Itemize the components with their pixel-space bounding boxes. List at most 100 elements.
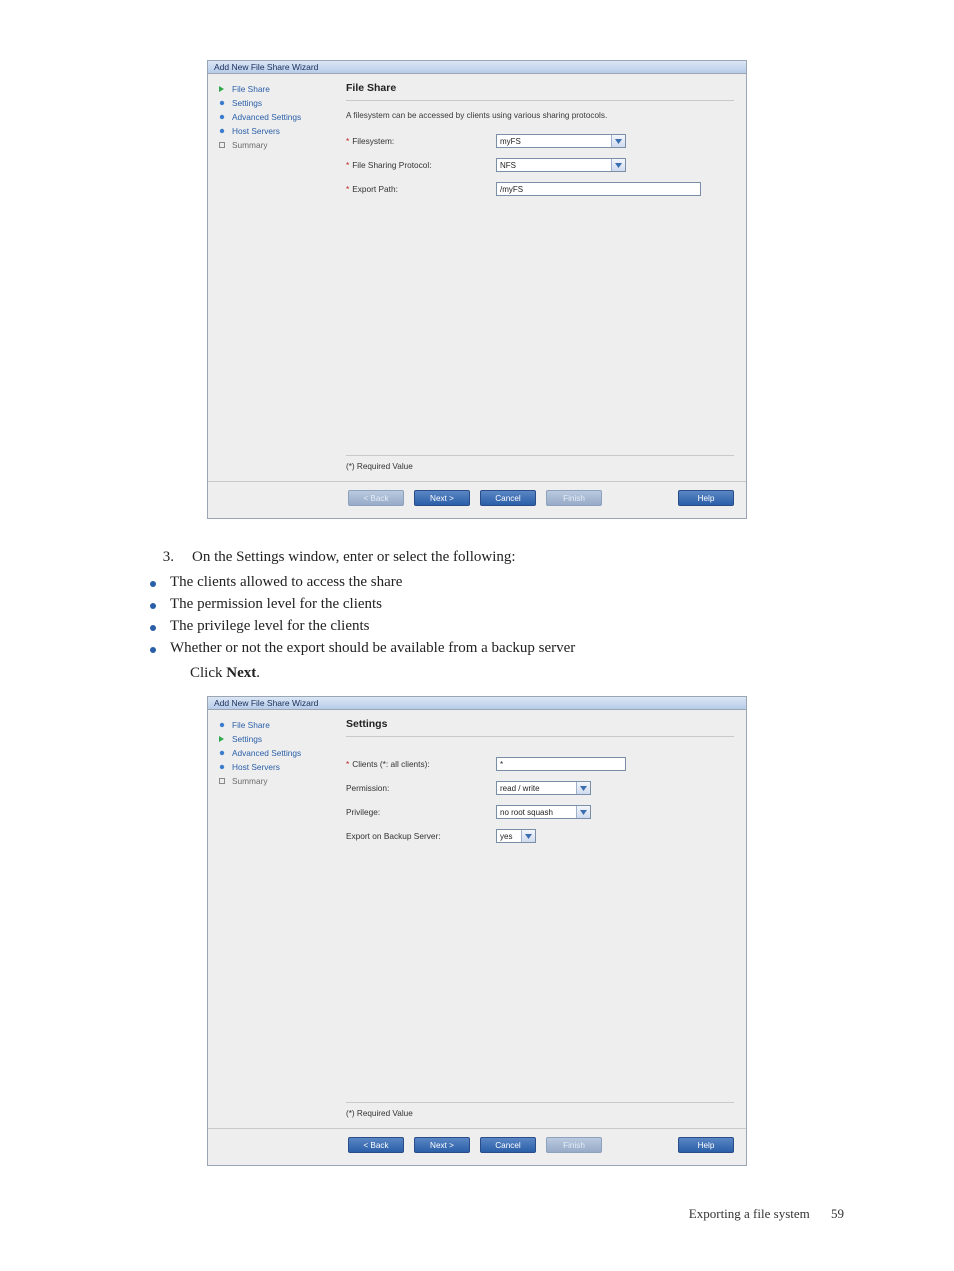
click-tail: . [256, 665, 260, 681]
sidebar-item-file-share[interactable]: File Share [218, 82, 332, 96]
dot-icon [218, 763, 226, 771]
select-value: myFS [500, 137, 521, 146]
field-label: Export Path: [352, 184, 398, 194]
sidebar-label: Summary [232, 776, 268, 786]
click-prefix: Click [190, 665, 226, 681]
field-label: Permission: [346, 783, 389, 793]
wizard-main-panel: Settings *Clients (*: all clients): * Pe… [336, 710, 746, 1128]
select-value: no root squash [500, 808, 553, 817]
field-label: Privilege: [346, 807, 380, 817]
sidebar-label: Settings [232, 98, 262, 108]
field-label: File Sharing Protocol: [352, 160, 431, 170]
required-note: (*) Required Value [346, 455, 734, 471]
filesystem-select[interactable]: myFS [496, 134, 626, 148]
sidebar-label: Host Servers [232, 762, 280, 772]
bullet-text: The permission level for the clients [170, 596, 382, 613]
finish-button: Finish [546, 490, 602, 506]
wizard-button-bar: < Back Next > Cancel Finish Help [208, 1128, 746, 1165]
chevron-down-icon [611, 135, 625, 147]
clients-input[interactable]: * [496, 757, 626, 771]
required-star-icon: * [346, 184, 349, 194]
list-item: The clients allowed to access the share [150, 574, 844, 591]
wizard-dialog-file-share: Add New File Share Wizard File Share Set… [207, 60, 747, 519]
section-heading: File Share [346, 82, 734, 101]
dot-icon [218, 127, 226, 135]
page-number: 59 [831, 1206, 844, 1221]
wizard-titlebar: Add New File Share Wizard [208, 61, 746, 74]
list-item: The privilege level for the clients [150, 618, 844, 635]
backup-select[interactable]: yes [496, 829, 536, 843]
cancel-button[interactable]: Cancel [480, 1137, 536, 1153]
bullet-text: Whether or not the export should be avai… [170, 640, 575, 657]
bullet-icon [150, 581, 156, 587]
privilege-select[interactable]: no root squash [496, 805, 591, 819]
click-bold: Next [226, 665, 256, 681]
step-text: On the Settings window, enter or select … [192, 549, 844, 566]
section-heading: Settings [346, 718, 734, 737]
wizard-main-panel: File Share A filesystem can be accessed … [336, 74, 746, 481]
sidebar-item-host-servers[interactable]: Host Servers [218, 124, 332, 138]
wizard-titlebar: Add New File Share Wizard [208, 697, 746, 710]
dot-icon [218, 113, 226, 121]
list-item: The permission level for the clients [150, 596, 844, 613]
sidebar-item-summary[interactable]: Summary [218, 138, 332, 152]
back-button: < Back [348, 490, 404, 506]
instruction-block: 3. On the Settings window, enter or sele… [110, 549, 844, 682]
list-item: Whether or not the export should be avai… [150, 640, 844, 657]
wizard-button-bar: < Back Next > Cancel Finish Help [208, 481, 746, 518]
chevron-down-icon [521, 830, 535, 842]
sidebar-item-summary[interactable]: Summary [218, 774, 332, 788]
sidebar-item-settings[interactable]: Settings [218, 732, 332, 746]
sidebar-label: File Share [232, 84, 270, 94]
export-path-input[interactable]: /myFS [496, 182, 701, 196]
finish-button: Finish [546, 1137, 602, 1153]
sidebar-item-host-servers[interactable]: Host Servers [218, 760, 332, 774]
arrow-right-icon [218, 735, 226, 743]
required-note: (*) Required Value [346, 1102, 734, 1118]
arrow-right-icon [218, 85, 226, 93]
sidebar-item-advanced-settings[interactable]: Advanced Settings [218, 746, 332, 760]
required-star-icon: * [346, 160, 349, 170]
section-subheading: A filesystem can be accessed by clients … [346, 111, 734, 120]
sidebar-label: Settings [232, 734, 262, 744]
bullet-icon [150, 603, 156, 609]
sidebar-label: Host Servers [232, 126, 280, 136]
help-button[interactable]: Help [678, 1137, 734, 1153]
sidebar-label: File Share [232, 720, 270, 730]
sidebar-item-settings[interactable]: Settings [218, 96, 332, 110]
chevron-down-icon [611, 159, 625, 171]
wizard-dialog-settings: Add New File Share Wizard File Share Set… [207, 696, 747, 1166]
field-label: Filesystem: [352, 136, 394, 146]
sidebar-label: Summary [232, 140, 268, 150]
field-label: Clients (*: all clients): [352, 759, 429, 769]
wizard-title: Add New File Share Wizard [214, 698, 318, 708]
chevron-down-icon [576, 806, 590, 818]
help-button[interactable]: Help [678, 490, 734, 506]
cancel-button[interactable]: Cancel [480, 490, 536, 506]
input-value: /myFS [500, 185, 523, 194]
bullet-list: The clients allowed to access the share … [150, 574, 844, 657]
sidebar-label: Advanced Settings [232, 748, 301, 758]
sidebar-item-file-share[interactable]: File Share [218, 718, 332, 732]
sidebar-item-advanced-settings[interactable]: Advanced Settings [218, 110, 332, 124]
select-value: yes [500, 832, 512, 841]
select-value: NFS [500, 161, 516, 170]
step-number: 3. [158, 549, 174, 566]
back-button[interactable]: < Back [348, 1137, 404, 1153]
bullet-text: The privilege level for the clients [170, 618, 370, 635]
page-footer: Exporting a file system 59 [110, 1206, 844, 1222]
dot-icon [218, 721, 226, 729]
next-button[interactable]: Next > [414, 490, 470, 506]
permission-select[interactable]: read / write [496, 781, 591, 795]
wizard-sidebar: File Share Settings Advanced Settings [208, 710, 336, 1128]
next-button[interactable]: Next > [414, 1137, 470, 1153]
protocol-select[interactable]: NFS [496, 158, 626, 172]
footer-label: Exporting a file system [689, 1206, 810, 1221]
wizard-title: Add New File Share Wizard [214, 62, 318, 72]
bullet-icon [150, 647, 156, 653]
square-icon [218, 141, 226, 149]
required-star-icon: * [346, 136, 349, 146]
dot-icon [218, 99, 226, 107]
bullet-text: The clients allowed to access the share [170, 574, 402, 591]
chevron-down-icon [576, 782, 590, 794]
